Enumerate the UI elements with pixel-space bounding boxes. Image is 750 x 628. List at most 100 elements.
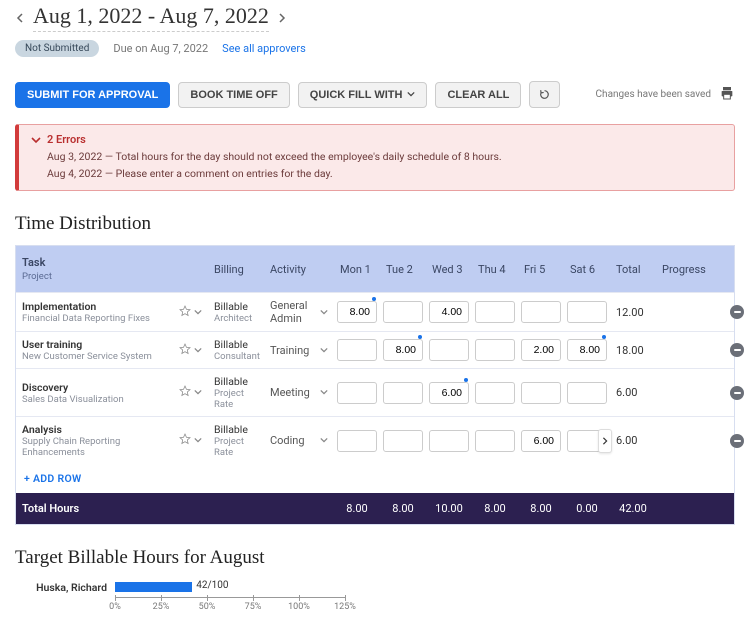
total-day: 8.00: [472, 493, 518, 524]
col-day[interactable]: Wed 3: [426, 253, 472, 286]
task-name[interactable]: Implementation: [22, 300, 180, 313]
caret-down-icon[interactable]: [320, 434, 328, 447]
remove-row-button[interactable]: [730, 434, 744, 448]
hours-input[interactable]: [475, 430, 515, 452]
col-activity[interactable]: Activity: [264, 253, 334, 286]
caret-down-icon[interactable]: [320, 306, 328, 319]
hours-input[interactable]: [383, 301, 423, 323]
caret-down-icon[interactable]: [194, 434, 202, 447]
print-button[interactable]: [719, 85, 735, 104]
caret-down-icon[interactable]: [194, 344, 202, 357]
quick-fill-button[interactable]: QUICK FILL WITH: [298, 82, 428, 108]
hours-input[interactable]: [475, 382, 515, 404]
col-billing[interactable]: Billing: [208, 253, 264, 286]
billing-rate: Architect: [214, 313, 258, 324]
row-total: 6.00: [610, 428, 656, 453]
star-icon[interactable]: [179, 305, 191, 320]
billing-type[interactable]: Billable: [214, 300, 258, 313]
due-date: Due on Aug 7, 2022: [113, 42, 208, 55]
caret-down-icon: [407, 89, 415, 101]
caret-down-icon[interactable]: [320, 386, 328, 399]
caret-down-icon[interactable]: [194, 306, 202, 319]
target-person: Huska, Richard: [15, 581, 107, 594]
col-day[interactable]: Mon 1: [334, 253, 380, 286]
hours-input[interactable]: [521, 339, 561, 361]
billing-type[interactable]: Billable: [214, 375, 258, 388]
star-icon[interactable]: [179, 385, 191, 400]
activity-name[interactable]: Coding: [270, 434, 305, 447]
hours-input[interactable]: [383, 339, 423, 361]
hours-input[interactable]: [383, 382, 423, 404]
hours-input[interactable]: [337, 382, 377, 404]
hours-input[interactable]: [475, 339, 515, 361]
table-row: AnalysisSupply Chain Reporting Enhanceme…: [16, 416, 734, 464]
tick-label: 50%: [199, 602, 216, 612]
comment-dot-icon: [418, 335, 422, 339]
date-range[interactable]: Aug 1, 2022 - Aug 7, 2022: [33, 3, 269, 32]
hours-input[interactable]: [521, 382, 561, 404]
remove-row-button[interactable]: [730, 386, 744, 400]
col-total[interactable]: Total: [610, 253, 656, 286]
refresh-icon: [538, 88, 551, 101]
remove-row-button[interactable]: [730, 343, 744, 357]
tick-label: 100%: [288, 602, 310, 612]
caret-down-icon[interactable]: [194, 386, 202, 399]
hours-input[interactable]: [337, 339, 377, 361]
target-value: 42/100: [196, 580, 228, 591]
hours-input[interactable]: [521, 301, 561, 323]
error-banner: 2 Errors Aug 3, 2022 — Total hours for t…: [15, 124, 735, 191]
tick-label: 25%: [153, 602, 170, 612]
hours-input[interactable]: [567, 301, 607, 323]
hours-input[interactable]: [567, 339, 607, 361]
next-week-button[interactable]: [277, 13, 287, 23]
hours-input[interactable]: [337, 301, 377, 323]
billing-rate: Project Rate: [214, 436, 258, 458]
next-days-button[interactable]: [598, 429, 612, 453]
task-name[interactable]: User training: [22, 338, 180, 351]
hours-input[interactable]: [521, 430, 561, 452]
col-task[interactable]: Task: [22, 256, 180, 269]
hours-input[interactable]: [429, 382, 469, 404]
col-day[interactable]: Sat 6: [564, 253, 610, 286]
table-row: DiscoverySales Data Visualization Billabl…: [16, 368, 734, 416]
activity-name[interactable]: Meeting: [270, 386, 310, 399]
error-header[interactable]: 2 Errors: [31, 133, 722, 146]
caret-down-icon[interactable]: [320, 344, 328, 357]
refresh-button[interactable]: [529, 81, 560, 108]
task-name[interactable]: Discovery: [22, 381, 180, 394]
hours-input[interactable]: [429, 430, 469, 452]
add-row-button[interactable]: + ADD ROW: [16, 464, 734, 493]
book-time-off-button[interactable]: BOOK TIME OFF: [178, 82, 289, 108]
hours-input[interactable]: [337, 430, 377, 452]
activity-name[interactable]: General Admin: [270, 299, 316, 325]
remove-row-button[interactable]: [730, 305, 744, 319]
prev-week-button[interactable]: [15, 13, 25, 23]
activity-name[interactable]: Training: [270, 344, 309, 357]
comment-dot-icon: [464, 378, 468, 382]
task-name[interactable]: Analysis: [22, 423, 180, 436]
hours-input[interactable]: [475, 301, 515, 323]
clear-all-button[interactable]: CLEAR ALL: [435, 82, 521, 108]
billing-type[interactable]: Billable: [214, 338, 258, 351]
star-icon[interactable]: [179, 433, 191, 448]
target-bar: [115, 582, 192, 592]
project-name: Sales Data Visualization: [22, 394, 180, 405]
section-time-distribution: Time Distribution: [15, 213, 735, 235]
col-day[interactable]: Thu 4: [472, 253, 518, 286]
col-progress[interactable]: Progress: [656, 253, 750, 286]
hours-input[interactable]: [429, 301, 469, 323]
billing-type[interactable]: Billable: [214, 423, 258, 436]
quick-fill-label: QUICK FILL WITH: [310, 89, 403, 101]
col-day[interactable]: Fri 5: [518, 253, 564, 286]
target-chart: Huska, Richard 42/100 0%25%50%75%100%125…: [15, 579, 735, 613]
see-approvers-link[interactable]: See all approvers: [222, 42, 306, 55]
tick-label: 0%: [109, 602, 121, 612]
hours-input[interactable]: [567, 382, 607, 404]
star-icon[interactable]: [179, 343, 191, 358]
hours-input[interactable]: [429, 339, 469, 361]
hours-input[interactable]: [383, 430, 423, 452]
tick-label: 125%: [334, 602, 356, 612]
col-day[interactable]: Tue 2: [380, 253, 426, 286]
table-row: User trainingNew Customer Service System…: [16, 331, 734, 368]
submit-for-approval-button[interactable]: SUBMIT FOR APPROVAL: [15, 82, 170, 108]
